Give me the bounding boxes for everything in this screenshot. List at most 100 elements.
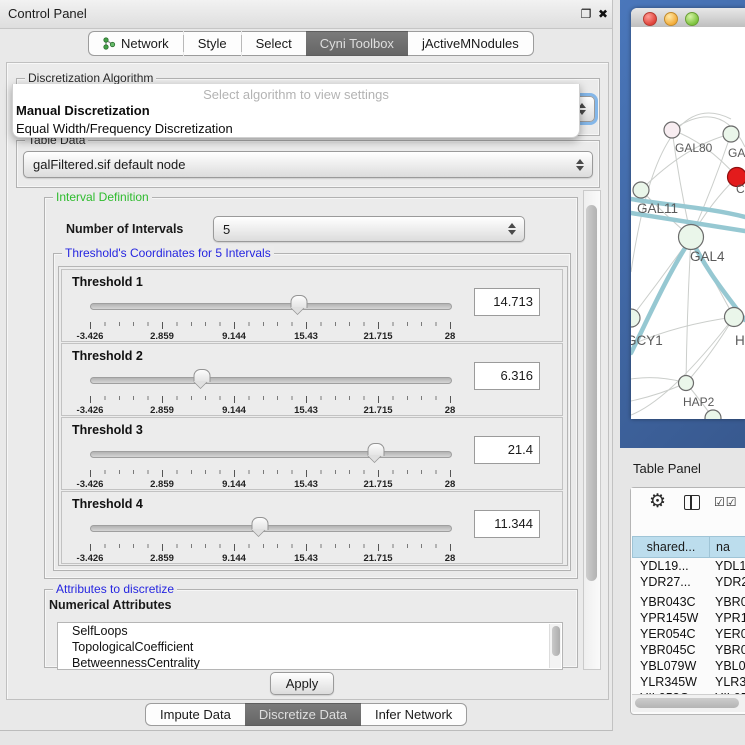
threshold-3-slider: -3.426 2.859 9.144 15.43 21.715 28 — [90, 442, 452, 486]
network-window-titlebar — [631, 8, 745, 28]
popup-option-equal-width-frequency[interactable]: Equal Width/Frequency Discretization — [13, 120, 579, 138]
panel-vertical-scrollbar[interactable] — [583, 190, 601, 670]
slider-ticks — [90, 544, 450, 551]
tab-jactivemnodules[interactable]: jActiveMNodules — [408, 31, 534, 56]
node-label-hap2: HAP2 — [683, 395, 715, 409]
tab-network[interactable]: Network — [88, 31, 183, 56]
column-header-shared-name[interactable]: shared... — [632, 536, 710, 558]
scrollbar-thumb[interactable] — [586, 205, 597, 581]
table-cell[interactable]: YDR27 — [715, 574, 745, 590]
control-panel-titlebar: Control Panel ❐ ✖ — [0, 0, 612, 29]
tab-discretize-data[interactable]: Discretize Data — [245, 703, 361, 726]
slider-knob[interactable] — [367, 443, 384, 456]
table-cell[interactable]: YBR045C — [640, 642, 710, 658]
column-header-name[interactable]: na — [709, 536, 745, 558]
threshold-4-value-field[interactable]: 11.344 — [474, 510, 540, 538]
slider-ticks — [90, 322, 450, 329]
table-cell[interactable]: YDL19... — [640, 558, 710, 574]
network-canvas[interactable]: GAL80 GA C GAL11 GAL4 GCY1 H HAP2 — [631, 27, 745, 419]
slider-knob[interactable] — [290, 295, 307, 308]
list-scrollbar[interactable] — [549, 624, 561, 668]
slider-knob[interactable] — [252, 517, 269, 530]
tab-label: Cyni Toolbox — [320, 36, 394, 51]
group-title: Interval Definition — [53, 190, 152, 204]
thresholds-group: Threshold's Coordinates for 5 Intervals … — [53, 253, 571, 571]
tab-infer-network[interactable]: Infer Network — [361, 703, 467, 726]
columns-icon[interactable] — [684, 495, 700, 510]
tab-cyni-toolbox[interactable]: Cyni Toolbox — [306, 31, 408, 56]
mac-close-icon[interactable] — [643, 12, 657, 26]
checkbox-icons[interactable]: ☑☑ — [714, 495, 738, 509]
float-window-icon[interactable]: ❐ — [578, 6, 594, 22]
table-cell[interactable]: YLR34 — [715, 674, 745, 690]
panel-title: Control Panel — [8, 6, 87, 21]
list-item[interactable]: SelfLoops — [58, 623, 562, 639]
tab-impute-data[interactable]: Impute Data — [145, 703, 245, 726]
tab-label: Discretize Data — [259, 707, 347, 722]
table-cell[interactable]: YPR14 — [715, 610, 745, 626]
close-icon[interactable]: ✖ — [595, 6, 611, 22]
number-of-intervals-label: Number of Intervals — [66, 222, 183, 236]
threshold-2-value-field[interactable]: 6.316 — [474, 362, 540, 390]
table-cell[interactable]: YER05 — [715, 626, 745, 642]
numerical-attributes-label: Numerical Attributes — [49, 598, 171, 612]
table-horizontal-scrollbar[interactable] — [632, 694, 745, 712]
threshold-label: Threshold 3 — [72, 423, 143, 437]
slider-knob[interactable] — [194, 369, 211, 382]
node-label-gcy1: GCY1 — [631, 333, 663, 348]
threshold-label: Threshold 2 — [72, 349, 143, 363]
slider-track[interactable] — [90, 525, 452, 532]
number-of-intervals-value: 5 — [214, 222, 504, 237]
node-gal11[interactable] — [633, 182, 649, 198]
threshold-1-panel: Threshold 1 -3.426 2.859 9.144 — [61, 269, 563, 342]
slider-track[interactable] — [90, 377, 452, 384]
tab-style[interactable]: Style — [184, 31, 241, 56]
mac-zoom-icon[interactable] — [685, 12, 699, 26]
table-cell[interactable]: YER054C — [640, 626, 710, 642]
network-window: GAL80 GA C GAL11 GAL4 GCY1 H HAP2 — [631, 8, 745, 419]
node-label-c-partial: C — [736, 182, 745, 196]
table-cell[interactable]: YBR043C — [640, 594, 710, 610]
slider-track[interactable] — [90, 303, 452, 310]
group-title: Threshold's Coordinates for 5 Intervals — [62, 246, 274, 260]
threshold-4-slider: -3.426 2.859 9.144 15.43 21.715 28 — [90, 516, 452, 560]
list-item[interactable]: BetweennessCentrality — [58, 655, 562, 670]
node-gal80[interactable] — [664, 122, 680, 138]
threshold-3-panel: Threshold 3 -3.426 2.859 9.144 — [61, 417, 563, 490]
table-cell[interactable]: YDL19 — [715, 558, 745, 574]
node-h[interactable] — [725, 308, 744, 327]
table-cell[interactable]: YBL07 — [715, 658, 745, 674]
table-cell[interactable]: YBR04 — [715, 594, 745, 610]
node-top-right[interactable] — [723, 126, 739, 142]
slider-ticks — [90, 396, 450, 403]
table-data-combo[interactable]: galFiltered.sif default node — [23, 151, 593, 178]
slider-track[interactable] — [90, 451, 452, 458]
node-gcy1[interactable] — [631, 309, 640, 327]
threshold-2-slider: -3.426 2.859 9.144 15.43 21.715 28 — [90, 368, 452, 412]
popup-option-manual-discretization[interactable]: Manual Discretization — [13, 102, 579, 120]
threshold-2-panel: Threshold 2 -3.426 2.859 9.144 — [61, 343, 563, 416]
table-cell[interactable]: YBR04 — [715, 642, 745, 658]
node-hap2[interactable] — [679, 376, 694, 391]
mac-minimize-icon[interactable] — [664, 12, 678, 26]
node-bottom[interactable] — [705, 410, 721, 419]
table-data-group: Table Data galFiltered.sif default node — [16, 140, 600, 188]
gear-icon[interactable]: ⚙ — [649, 490, 666, 513]
threshold-1-value-field[interactable]: 14.713 — [474, 288, 540, 316]
tick-labels: -3.426 2.859 9.144 15.43 21.715 28 — [90, 479, 450, 490]
numerical-attributes-list[interactable]: SelfLoops TopologicalCoefficient Between… — [57, 622, 563, 670]
scrollbar-thumb[interactable] — [635, 698, 739, 708]
table-cell[interactable]: YDR27... — [640, 574, 710, 590]
threshold-3-value-field[interactable]: 21.4 — [474, 436, 540, 464]
table-cell[interactable]: YPR145W — [640, 610, 710, 626]
apply-button[interactable]: Apply — [270, 672, 334, 695]
node-label-gal4: GAL4 — [690, 249, 725, 264]
algorithm-dropdown-popup: Select algorithm to view settings Manual… — [12, 84, 580, 138]
node-gal4[interactable] — [679, 225, 704, 250]
list-item[interactable]: TopologicalCoefficient — [58, 639, 562, 655]
tab-label: Select — [256, 36, 292, 51]
tab-select[interactable]: Select — [242, 31, 306, 56]
number-of-intervals-combo[interactable]: 5 — [213, 216, 525, 242]
table-cell[interactable]: YBL079W — [640, 658, 710, 674]
table-cell[interactable]: YLR345W — [640, 674, 710, 690]
